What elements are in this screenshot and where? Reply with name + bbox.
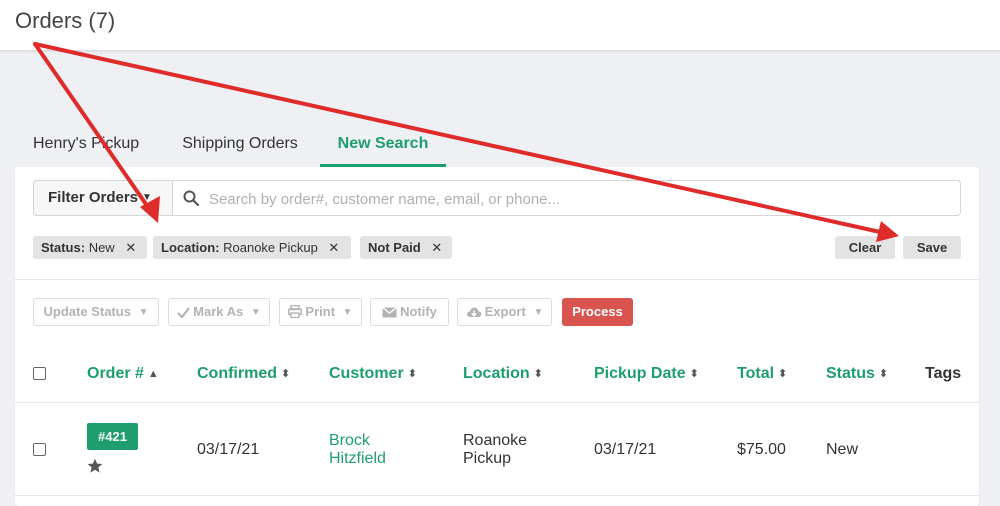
chevron-down-icon: ▼	[250, 306, 261, 318]
page-title: Orders (7)	[15, 8, 116, 33]
mark-as-button[interactable]: Mark As ▼	[168, 298, 270, 326]
location-line1: Roanoke	[463, 432, 528, 449]
chip-not-paid: Not Paid ✕	[360, 236, 452, 259]
sort-icon: ⬍	[689, 368, 699, 380]
divider	[15, 279, 979, 280]
envelope-icon	[382, 306, 397, 318]
mark-as-label: Mark As	[193, 304, 244, 319]
column-label: Tags	[925, 365, 962, 382]
check-icon	[177, 307, 191, 319]
column-label: Status	[826, 365, 875, 382]
update-status-button[interactable]: Update Status ▼	[33, 298, 159, 326]
column-order-number[interactable]: Order # ▲	[87, 365, 159, 383]
chevron-down-icon: ▼	[342, 306, 353, 318]
column-label: Total	[737, 365, 775, 382]
order-status: New	[826, 441, 859, 458]
column-label: Order #	[87, 365, 144, 382]
tab-new-search[interactable]: New Search	[320, 124, 446, 167]
notify-label: Notify	[400, 304, 437, 319]
chip-status-value: New	[88, 240, 115, 255]
filter-orders-button[interactable]: Filter Orders ▼	[33, 180, 173, 216]
chip-location: Location: Roanoke Pickup ✕	[153, 236, 351, 259]
search-input[interactable]	[207, 184, 951, 214]
notify-button[interactable]: Notify	[370, 298, 449, 326]
filter-orders-label: Filter Orders	[48, 189, 139, 206]
column-location[interactable]: Location ⬍	[463, 365, 543, 383]
chevron-down-icon: ▼	[533, 306, 544, 318]
customer-name-line1[interactable]: Brock	[329, 432, 370, 450]
sort-icon: ⬍	[407, 368, 417, 380]
pickup-date: 03/17/21	[594, 441, 657, 458]
save-button[interactable]: Save	[903, 236, 961, 259]
tab-shipping-orders[interactable]: Shipping Orders	[175, 124, 305, 164]
sort-icon: ⬍	[878, 368, 889, 380]
process-button[interactable]: Process	[562, 298, 633, 326]
row-checkbox[interactable]	[33, 443, 46, 456]
search-box	[172, 180, 961, 216]
column-status[interactable]: Status ⬍	[826, 365, 888, 383]
column-pickup-date[interactable]: Pickup Date ⬍	[594, 365, 699, 383]
column-label: Location	[463, 365, 530, 382]
close-icon[interactable]: ✕	[328, 240, 339, 255]
column-total[interactable]: Total ⬍	[737, 365, 787, 383]
confirmed-date: 03/17/21	[197, 441, 260, 458]
orders-panel: Filter Orders▼ Status: New ✕ Location: R…	[15, 167, 979, 506]
print-button[interactable]: Print ▼	[279, 298, 362, 326]
close-icon[interactable]: ✕	[431, 240, 442, 255]
chip-status-key: Status:	[41, 240, 86, 255]
customer-name-line2[interactable]: Hitzfield	[329, 450, 386, 468]
order-total: $75.00	[737, 441, 786, 458]
select-all-checkbox[interactable]	[33, 367, 46, 380]
column-confirmed[interactable]: Confirmed ⬍	[197, 365, 290, 383]
search-icon	[183, 190, 199, 206]
export-label: Export	[484, 304, 526, 319]
top-bar: Orders (7)	[0, 0, 1000, 50]
chip-status: Status: New ✕	[33, 236, 147, 259]
column-label: Customer	[329, 365, 404, 382]
chip-not-paid-key: Not Paid	[368, 240, 421, 255]
sort-icon: ▲	[147, 368, 159, 380]
sort-icon: ⬍	[281, 368, 291, 380]
star-icon[interactable]	[87, 458, 103, 474]
column-label: Confirmed	[197, 365, 277, 382]
chip-location-key: Location:	[161, 240, 220, 255]
print-label: Print	[305, 304, 336, 319]
chevron-down-icon: ▼	[142, 192, 152, 204]
column-tags: Tags	[925, 365, 961, 383]
close-icon[interactable]: ✕	[125, 240, 136, 255]
divider	[15, 402, 979, 403]
update-status-label: Update Status	[43, 304, 131, 319]
divider	[15, 495, 979, 496]
clear-button[interactable]: Clear	[835, 236, 895, 259]
column-customer[interactable]: Customer ⬍	[329, 365, 417, 383]
chip-location-value: Roanoke Pickup	[223, 240, 318, 255]
export-button[interactable]: Export ▼	[457, 298, 552, 326]
location-line2: Pickup	[463, 450, 512, 467]
cloud-download-icon	[466, 307, 481, 317]
tab-henrys-pickup[interactable]: Henry's Pickup	[15, 124, 173, 164]
print-icon	[288, 304, 303, 319]
sort-icon: ⬍	[533, 368, 543, 380]
chevron-down-icon: ▼	[138, 306, 149, 318]
order-number-badge[interactable]: #421	[87, 423, 138, 450]
column-label: Pickup Date	[594, 365, 686, 382]
sort-icon: ⬍	[778, 368, 788, 380]
